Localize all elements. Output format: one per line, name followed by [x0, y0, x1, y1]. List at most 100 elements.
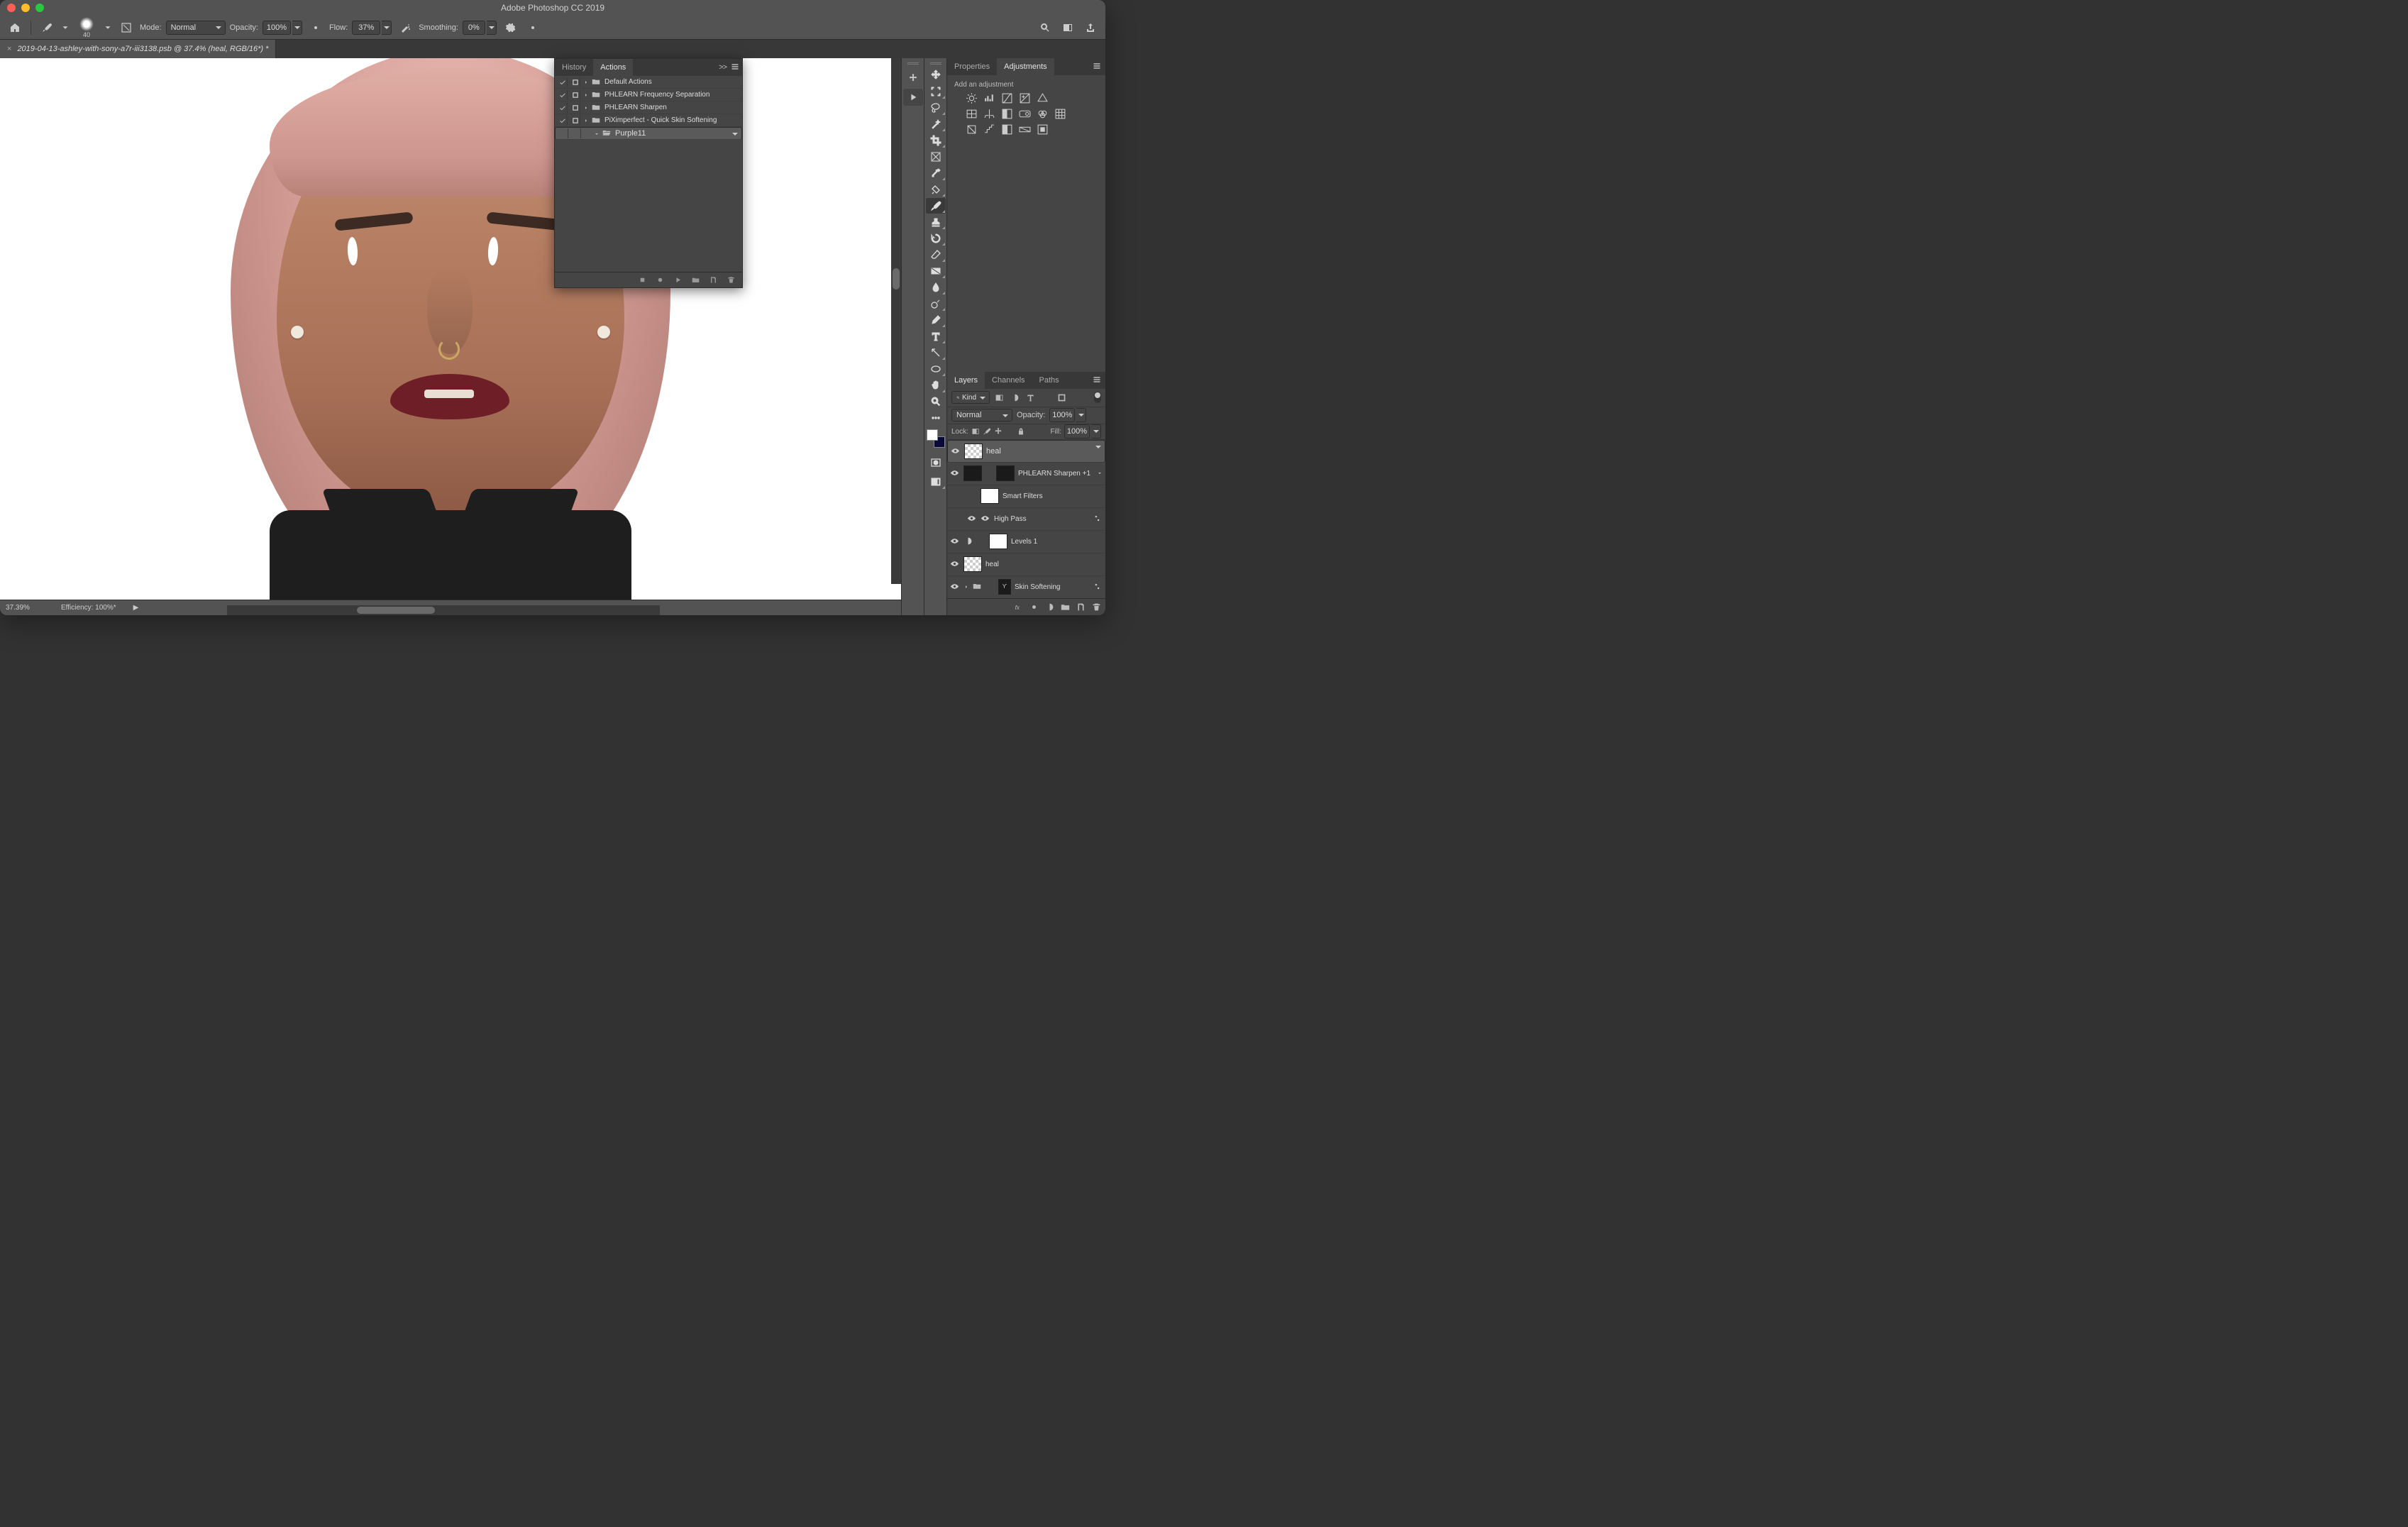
dodge-tool[interactable] — [926, 296, 946, 312]
visibility-toggle[interactable] — [950, 468, 960, 478]
posterize-icon[interactable] — [983, 123, 995, 136]
curves-icon[interactable] — [1001, 92, 1013, 104]
pressure-opacity-toggle[interactable] — [306, 18, 325, 37]
gradient-tool[interactable] — [926, 263, 946, 279]
filter-adjust-icon[interactable] — [1008, 391, 1021, 404]
workspace-switcher[interactable] — [1059, 18, 1077, 37]
tab-history[interactable]: History — [555, 59, 593, 76]
dock-tab-icon[interactable] — [903, 70, 923, 87]
dock-play-icon[interactable] — [903, 89, 923, 106]
tab-layers[interactable]: Layers — [947, 372, 985, 389]
shape-tool[interactable] — [926, 361, 946, 377]
action-row[interactable]: PiXimperfect - Quick Skin Softening — [555, 114, 742, 127]
new-set-icon[interactable] — [692, 276, 700, 284]
new-group-icon[interactable] — [1061, 602, 1070, 612]
tool-preset-picker[interactable] — [38, 18, 56, 37]
flow-input[interactable]: 37% — [352, 21, 392, 35]
record-icon[interactable] — [656, 276, 664, 284]
move-tool[interactable] — [926, 67, 946, 83]
brush-tool[interactable] — [926, 198, 946, 214]
close-window[interactable] — [7, 4, 16, 12]
tab-properties[interactable]: Properties — [947, 58, 997, 75]
layer-opacity-input[interactable]: 100% — [1049, 408, 1086, 422]
tab-adjustments[interactable]: Adjustments — [997, 58, 1054, 75]
layer-row[interactable]: heal — [947, 440, 1105, 463]
lasso-tool[interactable] — [926, 100, 946, 116]
blur-tool[interactable] — [926, 280, 946, 295]
gradient-map-icon[interactable] — [1019, 123, 1031, 136]
filter-smart-icon[interactable] — [1055, 391, 1068, 404]
eyedropper-tool[interactable] — [926, 165, 946, 181]
frame-tool[interactable] — [926, 149, 946, 165]
action-row[interactable]: Purple11 — [555, 127, 742, 140]
layer-blend-mode[interactable]: Normal — [951, 409, 1012, 421]
lock-all-icon[interactable] — [1017, 427, 1025, 436]
edit-toolbar[interactable] — [926, 410, 946, 426]
hue-icon[interactable] — [966, 108, 978, 120]
clone-stamp-tool[interactable] — [926, 214, 946, 230]
layer-fx-icon[interactable] — [1014, 602, 1023, 612]
color-swatches[interactable] — [927, 429, 945, 448]
tab-paths[interactable]: Paths — [1032, 372, 1066, 389]
document-tab[interactable]: × 2019-04-13-ashley-with-sony-a7r-iii313… — [0, 40, 276, 58]
symmetry-toggle[interactable] — [546, 18, 565, 37]
opacity-input[interactable]: 100% — [263, 21, 302, 35]
hand-tool[interactable] — [926, 377, 946, 393]
action-row[interactable]: PHLEARN Frequency Separation — [555, 89, 742, 101]
levels-icon[interactable] — [983, 92, 995, 104]
marquee-tool[interactable] — [926, 84, 946, 99]
smoothing-input[interactable]: 0% — [463, 21, 497, 35]
history-brush-tool[interactable] — [926, 231, 946, 246]
link-layers-icon[interactable] — [998, 602, 1007, 612]
add-mask-icon[interactable] — [1029, 602, 1039, 612]
layers-panel-menu-icon[interactable] — [1093, 375, 1101, 386]
layer-row[interactable]: heal — [947, 553, 1105, 576]
horizontal-scrollbar[interactable] — [227, 605, 660, 615]
zoom-tool[interactable] — [926, 394, 946, 409]
tool-preset-dropdown[interactable] — [60, 18, 70, 37]
layer-row[interactable]: ƳSkin Softening — [947, 576, 1105, 599]
home-button[interactable] — [6, 18, 24, 37]
layer-filter-kind[interactable]: Kind — [951, 391, 990, 404]
layer-row[interactable]: PHLEARN Sharpen +1 — [947, 463, 1105, 485]
delete-action-icon[interactable] — [727, 276, 735, 284]
crop-tool[interactable] — [926, 133, 946, 148]
visibility-toggle[interactable] — [950, 536, 960, 546]
play-icon[interactable] — [674, 276, 682, 284]
quick-mask-toggle[interactable] — [926, 455, 946, 470]
color-balance-icon[interactable] — [983, 108, 995, 120]
bw-icon[interactable] — [1001, 108, 1013, 120]
lock-artboard-icon[interactable] — [1005, 427, 1014, 436]
brightness-icon[interactable] — [966, 92, 978, 104]
tab-actions[interactable]: Actions — [593, 59, 633, 76]
quick-selection-tool[interactable] — [926, 116, 946, 132]
type-tool[interactable] — [926, 329, 946, 344]
layer-filter-toggle[interactable] — [1094, 392, 1101, 403]
brush-preview[interactable]: 40 — [74, 17, 99, 38]
status-disclosure[interactable]: ▶ — [133, 604, 139, 612]
zoom-level[interactable]: 37.39% — [6, 604, 44, 612]
channel-mixer-icon[interactable] — [1037, 108, 1049, 120]
brush-picker-dropdown[interactable] — [103, 18, 113, 37]
pressure-size-toggle[interactable] — [524, 18, 542, 37]
new-action-icon[interactable] — [709, 276, 717, 284]
visibility-toggle[interactable] — [950, 582, 960, 592]
visibility-toggle[interactable] — [951, 446, 961, 456]
exposure-icon[interactable] — [1019, 92, 1031, 104]
close-tab-icon[interactable]: × — [7, 45, 11, 53]
layer-row[interactable]: Smart Filters — [947, 485, 1105, 508]
layer-row[interactable]: Levels 1 — [947, 531, 1105, 553]
eraser-tool[interactable] — [926, 247, 946, 263]
filter-shape-icon[interactable] — [1039, 391, 1052, 404]
new-layer-icon[interactable] — [1076, 602, 1086, 612]
action-row[interactable]: Default Actions — [555, 76, 742, 89]
airbrush-toggle[interactable] — [396, 18, 414, 37]
vertical-scrollbar[interactable] — [891, 58, 901, 584]
invert-icon[interactable] — [966, 123, 978, 136]
maximize-window[interactable] — [35, 4, 44, 12]
visibility-toggle[interactable] — [950, 559, 960, 569]
collapse-panel-icon[interactable]: >> — [719, 63, 727, 72]
visibility-toggle[interactable] — [967, 514, 977, 524]
vibrance-icon[interactable] — [1037, 92, 1049, 104]
search-button[interactable] — [1036, 18, 1054, 37]
